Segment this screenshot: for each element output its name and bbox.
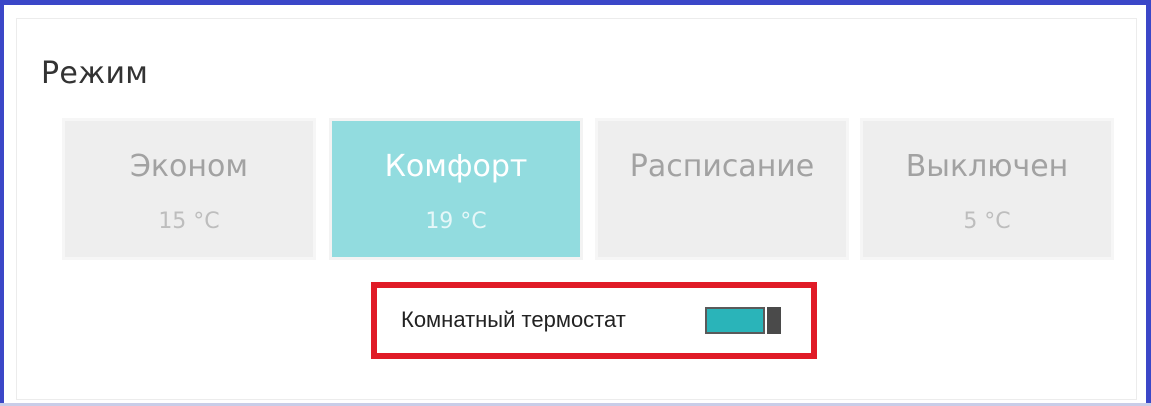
mode-selector: Эконом 15 °C Комфорт 19 °C Расписание Вы…	[62, 121, 1114, 259]
room-thermostat-toggle[interactable]	[705, 307, 781, 334]
mode-temperature: 15 °C	[158, 209, 220, 234]
mode-button-comfort[interactable]: Комфорт 19 °C	[332, 121, 580, 257]
mode-button-economy[interactable]: Эконом 15 °C	[65, 121, 313, 257]
toggle-track	[705, 307, 765, 334]
frame-right-border	[1146, 0, 1151, 406]
mode-label: Комфорт	[384, 149, 528, 184]
frame-top-border	[0, 0, 1151, 5]
mode-temperature: 19 °C	[425, 209, 487, 234]
frame-left-border	[0, 0, 4, 406]
mode-label: Эконом	[129, 149, 249, 184]
window-frame: Режим Эконом 15 °C Комфорт 19 °C Расписа…	[0, 0, 1151, 406]
mode-button-off[interactable]: Выключен 5 °C	[863, 121, 1111, 257]
mode-label: Выключен	[905, 149, 1069, 184]
mode-button-schedule[interactable]: Расписание	[598, 121, 846, 257]
toggle-knob	[767, 307, 781, 334]
panel-title: Режим	[41, 56, 149, 91]
mode-temperature: 5 °C	[963, 209, 1011, 234]
mode-label: Расписание	[629, 149, 815, 184]
room-thermostat-label: Комнатный термостат	[401, 307, 626, 332]
